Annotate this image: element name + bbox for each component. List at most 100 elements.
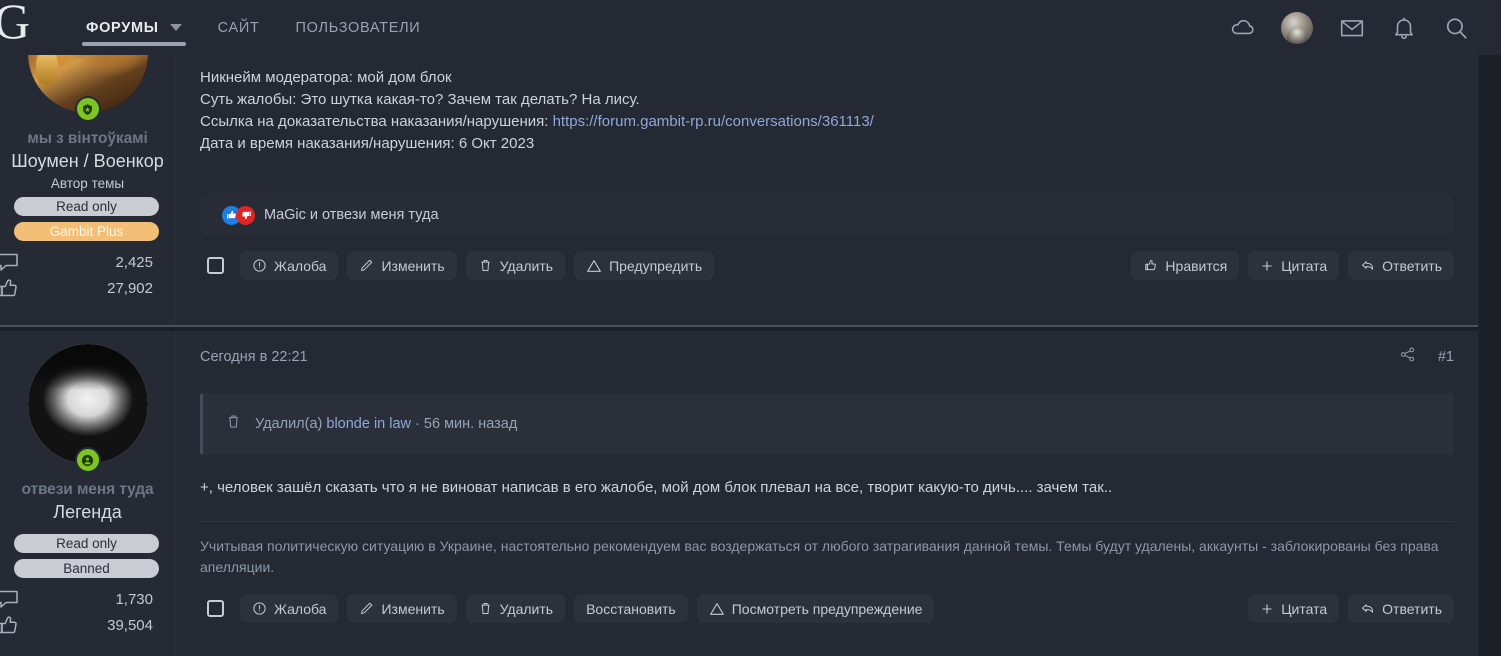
post-line: Дата и время наказания/нарушения: 6 Окт … [200,135,535,152]
deleted-notice: Удалил(а) blonde in law · 56 мин. назад [200,393,1454,455]
avatar-ring [28,344,148,464]
site-logo[interactable]: G [0,0,40,55]
post-message-body: Никнейм модератора: мой дом блок Суть жа… [176,55,1478,155]
quote-button[interactable]: Цитата [1248,251,1340,280]
report-button[interactable]: Жалоба [240,251,339,280]
nav-item-forums[interactable]: ФОРУМЫ [68,0,200,55]
post-content: Никнейм модератора: мой дом блок Суть жа… [175,55,1478,325]
reaction-bar[interactable]: MaGic и отвези меня туда [200,193,1454,237]
reply-button[interactable]: Ответить [1348,251,1454,280]
delete-button-label: Удалить [499,257,554,274]
stat-likes: 27,902 [0,275,175,301]
post-select-checkbox[interactable] [200,594,231,623]
deleted-time: 56 мин. назад [423,416,518,432]
checkbox-icon [207,600,224,617]
post-meta-right: #1 [1399,346,1454,368]
reply-button[interactable]: Ответить [1348,594,1454,623]
logo-glyph: G [0,0,31,49]
delete-button[interactable]: Удалить [465,251,566,280]
quote-button[interactable]: Цитата [1248,594,1340,623]
user-tagline: мы з вінтоўкамі [27,130,148,147]
share-icon[interactable] [1399,346,1416,368]
mail-icon[interactable] [1339,15,1365,41]
checkbox-icon [207,257,224,274]
post-user-sidebar: отвези меня туда Легенда Read only Banne… [0,331,175,656]
deleted-notice-text: Удалил(а) blonde in law · 56 мин. назад [255,416,517,432]
user-badge-gambit-plus: Gambit Plus [14,222,159,241]
reply-button-label: Ответить [1382,257,1442,274]
post-meta: Сегодня в 22:21 #1 [176,331,1478,369]
user-stats: 1,730 39,504 [0,586,175,638]
deleted-separator: · [411,416,424,432]
avatar[interactable] [27,344,148,473]
reaction-text: MaGic и отвези меня туда [264,207,439,223]
user-tagline: отвези меня туда [21,481,154,498]
thumbs-down-reaction-icon [236,205,255,225]
post-line: Суть жалобы: Это шутка какая-то? Зачем т… [200,91,640,108]
thumbs-up-icon [0,277,20,299]
page-scrollbar-gutter[interactable] [1478,55,1501,656]
chevron-down-icon[interactable] [169,24,182,31]
deleted-prefix: Удалил(а) [255,416,327,432]
post-article: отвези меня туда Легенда Read only Banne… [0,331,1478,656]
post-actions-right: Нравится Цитата Ответить [1131,251,1454,280]
quote-button-label: Цитата [1281,600,1328,617]
user-avatar[interactable] [1281,11,1313,44]
warn-button[interactable]: Предупредить [574,251,715,280]
site-header: G ФОРУМЫ САЙТ ПОЛЬЗОВАТЕЛИ [0,0,1501,55]
user-badge-banned: Banned [14,559,159,578]
report-button[interactable]: Жалоба [240,594,339,623]
post-number[interactable]: #1 [1438,349,1454,365]
avatar[interactable] [27,55,148,122]
like-button-label: Нравится [1165,257,1228,274]
stat-likes-value: 39,504 [107,616,153,634]
edit-button[interactable]: Изменить [347,251,457,280]
nav-item-users[interactable]: ПОЛЬЗОВАТЕЛИ [278,0,439,55]
stat-messages: 1,730 [0,586,175,612]
post-message-text: +, человек зашёл сказать что я не винова… [200,479,1113,496]
nav-item-site[interactable]: САЙТ [200,0,278,55]
like-button[interactable]: Нравится [1131,251,1240,280]
view-warning-button[interactable]: Посмотреть предупреждение [696,594,935,623]
user-stats: 2,425 27,902 [0,249,175,301]
nav-item-site-label: САЙТ [217,19,260,36]
user-name[interactable]: Легенда [0,502,175,523]
post-actions-right: Цитата Ответить [1248,594,1454,623]
report-button-label: Жалоба [274,600,327,617]
post-line: Ссылка на доказательства наказания/наруш… [200,111,1454,133]
stat-messages-value: 1,730 [115,590,153,608]
evidence-link[interactable]: https://forum.gambit-rp.ru/conversations… [553,113,874,130]
edit-button-label: Изменить [381,600,445,617]
message-icon [0,251,20,273]
stat-messages-value: 2,425 [115,253,153,271]
post-timestamp[interactable]: Сегодня в 22:21 [200,349,308,365]
delete-button[interactable]: Удалить [465,594,566,623]
restore-button-label: Восстановить [586,600,676,617]
user-badge-read-only: Read only [14,534,159,553]
search-icon[interactable] [1443,15,1469,41]
stat-likes-value: 27,902 [107,279,153,297]
avatar-image [27,344,148,464]
post-line-prefix: Ссылка на доказательства наказания/наруш… [200,113,553,130]
stat-likes: 39,504 [0,612,175,638]
reaction-icons [222,205,255,225]
post-select-checkbox[interactable] [200,251,231,280]
thumbs-up-icon [0,614,20,636]
post-content: Сегодня в 22:21 #1 Удалил(а) blonde in l… [175,331,1478,656]
trash-icon [225,413,242,435]
deleted-by-user-link[interactable]: blonde in law [326,416,411,432]
view-warning-button-label: Посмотреть предупреждение [731,600,923,617]
bell-icon[interactable] [1391,15,1417,41]
delete-button-label: Удалить [499,600,554,617]
post-line: Никнейм модератора: мой дом блок [200,69,452,86]
report-button-label: Жалоба [274,257,327,274]
edit-button[interactable]: Изменить [347,594,457,623]
thread-column: мы з вінтоўкамі Шоумен / Военкор Автор т… [0,55,1478,656]
user-name[interactable]: Шоумен / Военкор [0,151,175,172]
restore-button[interactable]: Восстановить [574,594,688,623]
nav-item-forums-label: ФОРУМЫ [86,19,159,36]
cloud-icon[interactable] [1229,15,1255,41]
quote-button-label: Цитата [1281,257,1328,274]
post-user-sidebar: мы з вінтоўкамі Шоумен / Военкор Автор т… [0,55,175,325]
warn-button-label: Предупредить [609,257,703,274]
